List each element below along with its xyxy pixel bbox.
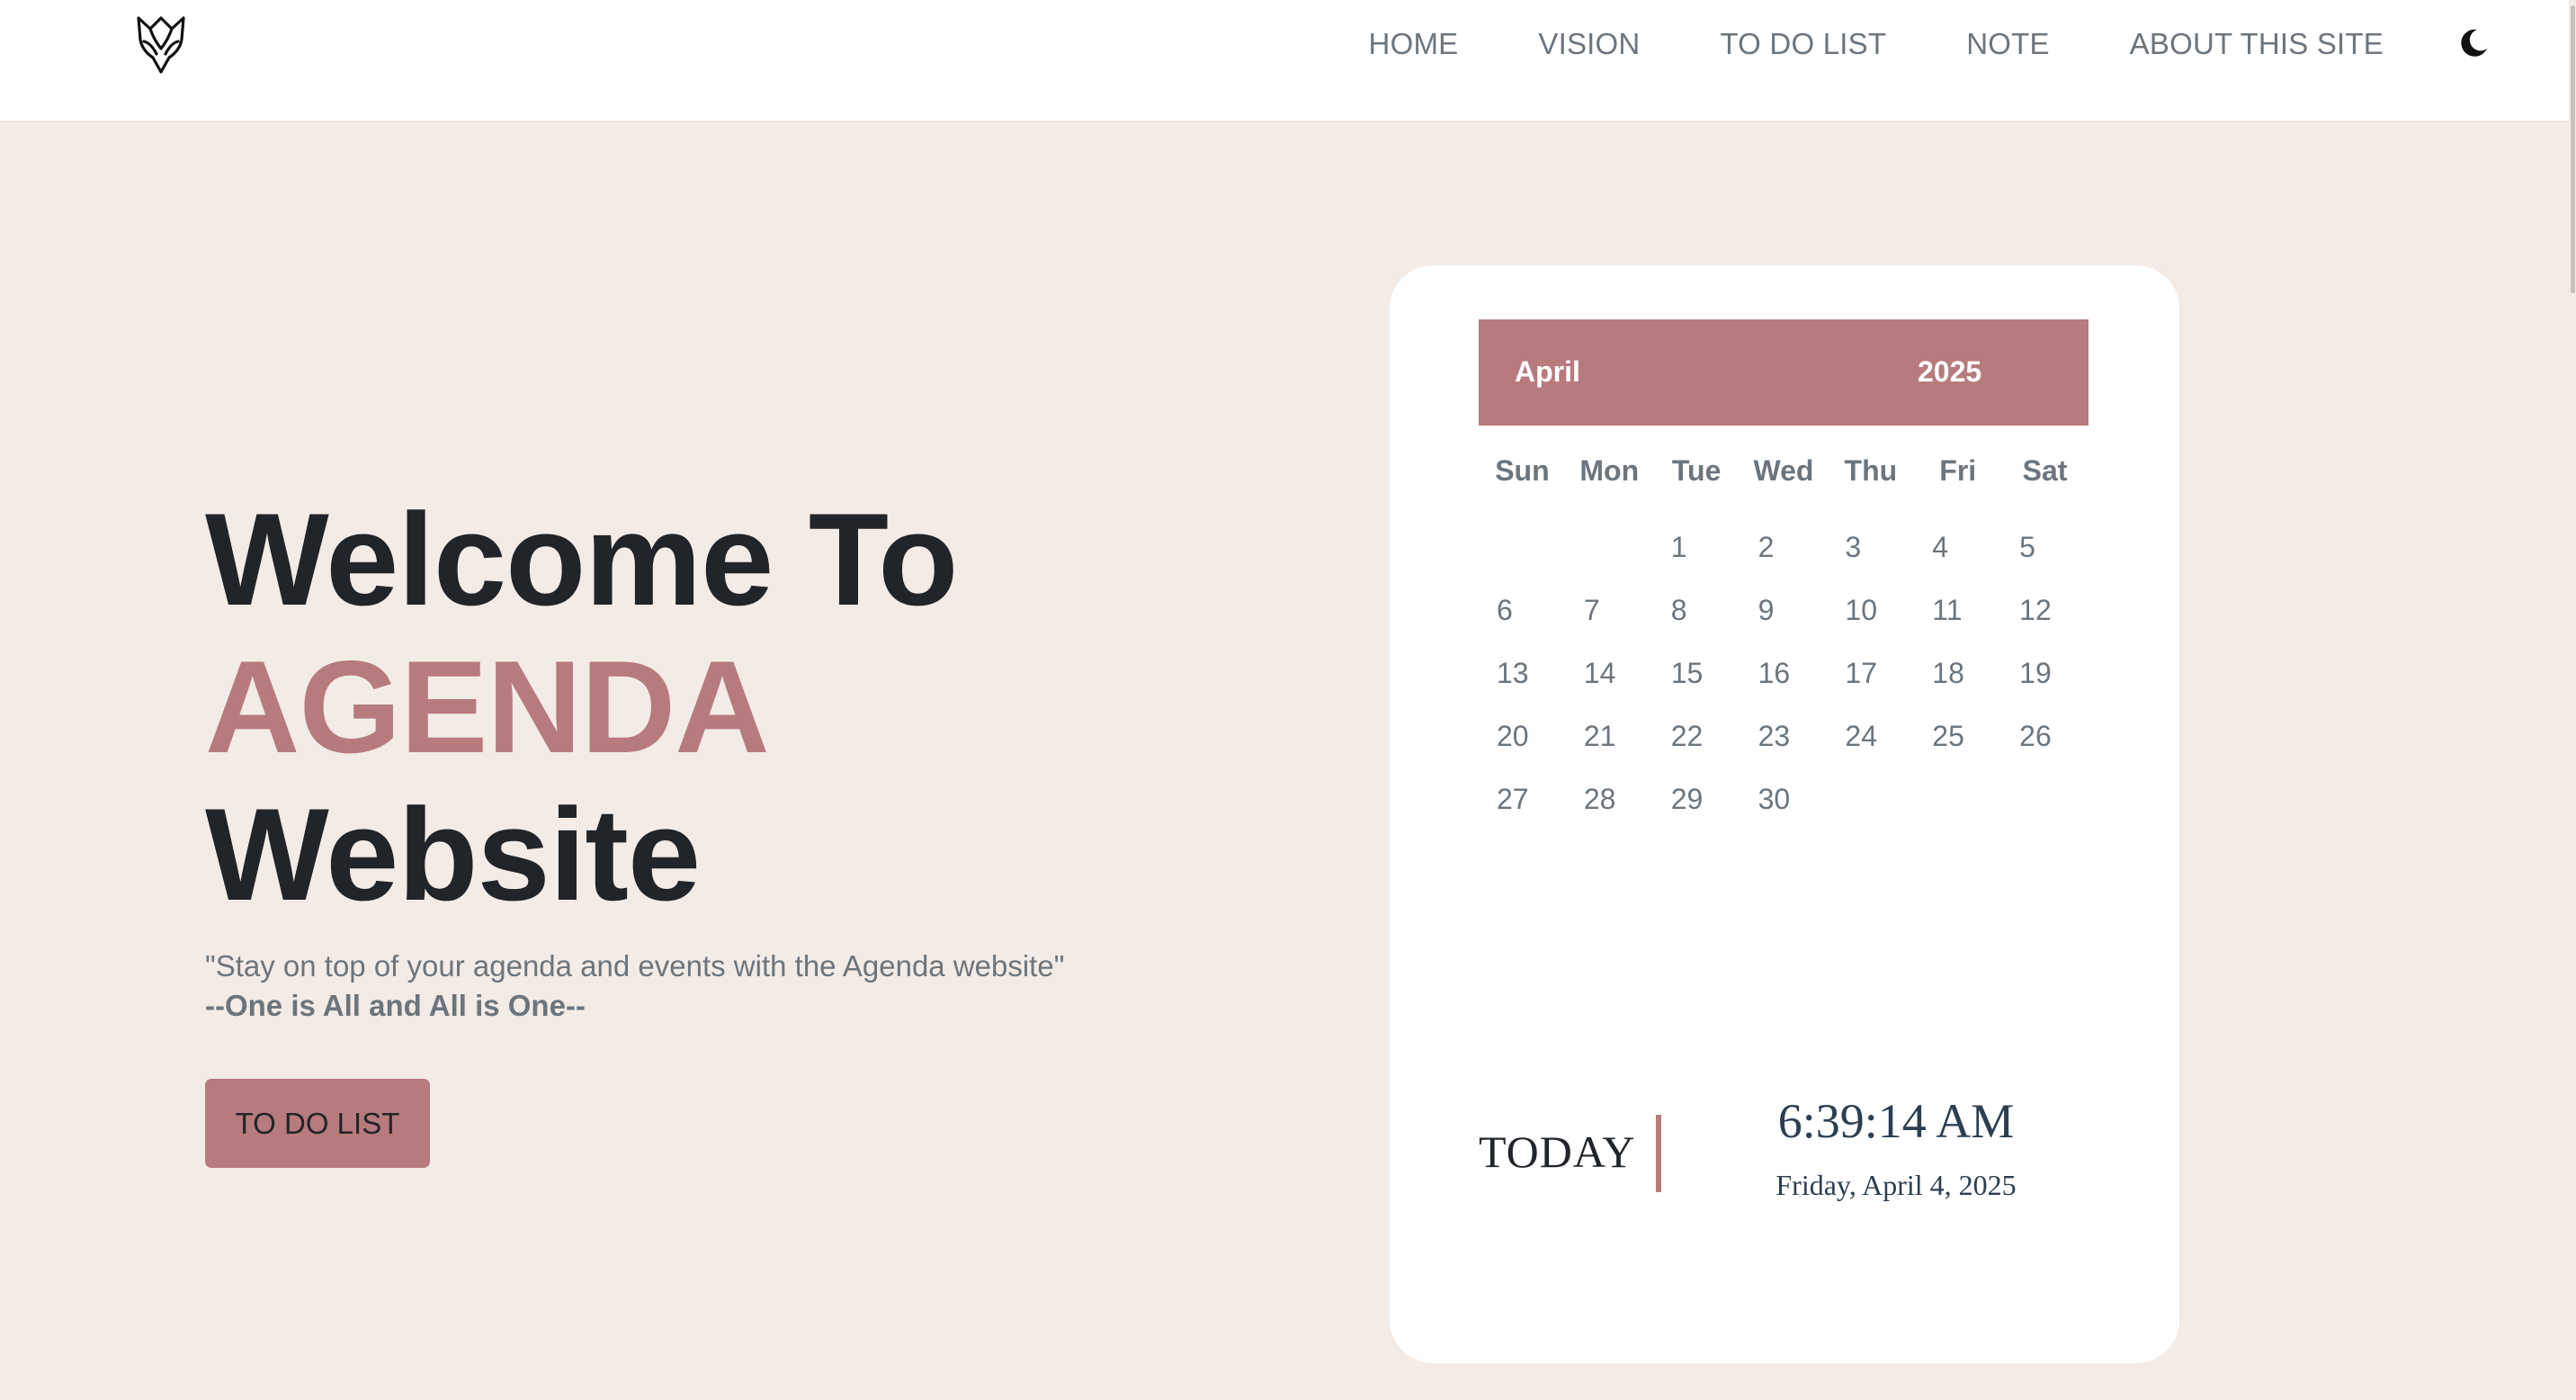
calendar-day[interactable]: 4: [1914, 526, 2001, 589]
calendar-day[interactable]: 29: [1653, 778, 1740, 841]
calendar-day[interactable]: 20: [1479, 715, 1566, 778]
calendar-prev-month[interactable]: [1479, 319, 1515, 426]
calendar-day[interactable]: 15: [1653, 652, 1740, 715]
weekday-sun: Sun: [1495, 454, 1550, 487]
calendar-day[interactable]: 27: [1479, 778, 1566, 841]
calendar-day[interactable]: 22: [1653, 715, 1740, 778]
calendar-month: April: [1515, 355, 1580, 388]
calendar-day[interactable]: 11: [1914, 589, 2001, 652]
weekday-sat: Sat: [2022, 454, 2068, 487]
todo-list-button[interactable]: TO DO LIST: [205, 1079, 430, 1168]
today-divider: [1656, 1115, 1661, 1192]
navbar: HOME VISION TO DO LIST NOTE ABOUT THIS S…: [0, 0, 2576, 121]
hero-line-agenda: AGENDA: [205, 633, 770, 780]
today-label: TODAY: [1479, 1126, 1636, 1177]
calendar-day[interactable]: 28: [1566, 778, 1653, 841]
calendar-day[interactable]: 16: [1740, 652, 1828, 715]
calendar-card: April 2025 Sun Mon Tue Wed Thu Fri Sat 1…: [1390, 265, 2179, 1363]
clock-time: 6:39:14 AM: [1777, 1094, 2015, 1148]
calendar-day[interactable]: 14: [1566, 652, 1653, 715]
calendar-day[interactable]: 26: [2001, 715, 2089, 778]
calendar-day[interactable]: 17: [1827, 652, 1914, 715]
nav-home[interactable]: HOME: [1369, 27, 1459, 61]
calendar-day[interactable]: 8: [1653, 589, 1740, 652]
calendar-day[interactable]: 9: [1740, 589, 1828, 652]
weekday-mon: Mon: [1579, 454, 1640, 487]
hero-quote: "Stay on top of your agenda and events w…: [205, 947, 1064, 1026]
calendar-day[interactable]: 2: [1740, 526, 1828, 589]
calendar-weekdays: Sun Mon Tue Wed Thu Fri Sat: [1479, 454, 2089, 499]
calendar-day[interactable]: 25: [1914, 715, 2001, 778]
weekday-wed: Wed: [1753, 454, 1814, 487]
weekday-tue: Tue: [1671, 454, 1722, 487]
calendar-day[interactable]: 24: [1827, 715, 1914, 778]
calendar-year: 2025: [1918, 355, 1982, 388]
nav-menu: HOME VISION TO DO LIST NOTE ABOUT THIS S…: [1369, 0, 2384, 88]
calendar-day[interactable]: 12: [2001, 589, 2089, 652]
calendar-day[interactable]: 13: [1479, 652, 1566, 715]
calendar-day[interactable]: 23: [1740, 715, 1828, 778]
calendar-day-empty: [1566, 526, 1653, 589]
hero-motto: --One is All and All is One--: [205, 989, 586, 1022]
calendar-day[interactable]: 30: [1740, 778, 1828, 841]
calendar-day[interactable]: 1: [1653, 526, 1740, 589]
nav-note[interactable]: NOTE: [1966, 27, 2049, 61]
calendar-days: 1 2 3 4 5 6 7 8 9 10 11 12 13 14 15 16 17 18 19 20 21 22 23 24 2…: [1479, 526, 2089, 841]
weekday-thu: Thu: [1844, 454, 1898, 487]
fox-logo-icon[interactable]: [133, 13, 189, 76]
weekday-fri: Fri: [1939, 454, 1977, 487]
calendar-day[interactable]: 18: [1914, 652, 2001, 715]
calendar-day-empty: [1479, 526, 1566, 589]
nav-vision[interactable]: VISION: [1538, 27, 1640, 61]
page-scrollbar[interactable]: [2569, 0, 2576, 1400]
hero-quote-text: "Stay on top of your agenda and events w…: [205, 949, 1065, 983]
clock-date: Friday, April 4, 2025: [1775, 1169, 2017, 1201]
nav-todo-list[interactable]: TO DO LIST: [1720, 27, 1886, 61]
hero-title: Welcome To AGENDA Website: [205, 486, 958, 929]
calendar-day[interactable]: 21: [1566, 715, 1653, 778]
calendar-next-month[interactable]: [2053, 319, 2089, 426]
calendar-header: April 2025: [1479, 319, 2089, 426]
calendar-day[interactable]: 7: [1566, 589, 1653, 652]
nav-about[interactable]: ABOUT THIS SITE: [2130, 27, 2384, 61]
calendar-day[interactable]: 10: [1827, 589, 1914, 652]
scrollbar-thumb[interactable]: [2571, 5, 2575, 293]
hero-line-welcome: Welcome To: [205, 486, 958, 633]
calendar-day[interactable]: 6: [1479, 589, 1566, 652]
calendar-day[interactable]: 5: [2001, 526, 2089, 589]
calendar-day[interactable]: 3: [1827, 526, 1914, 589]
calendar-day[interactable]: 19: [2001, 652, 2089, 715]
hero-line-website: Website: [205, 781, 701, 928]
moon-icon[interactable]: [2457, 27, 2490, 59]
